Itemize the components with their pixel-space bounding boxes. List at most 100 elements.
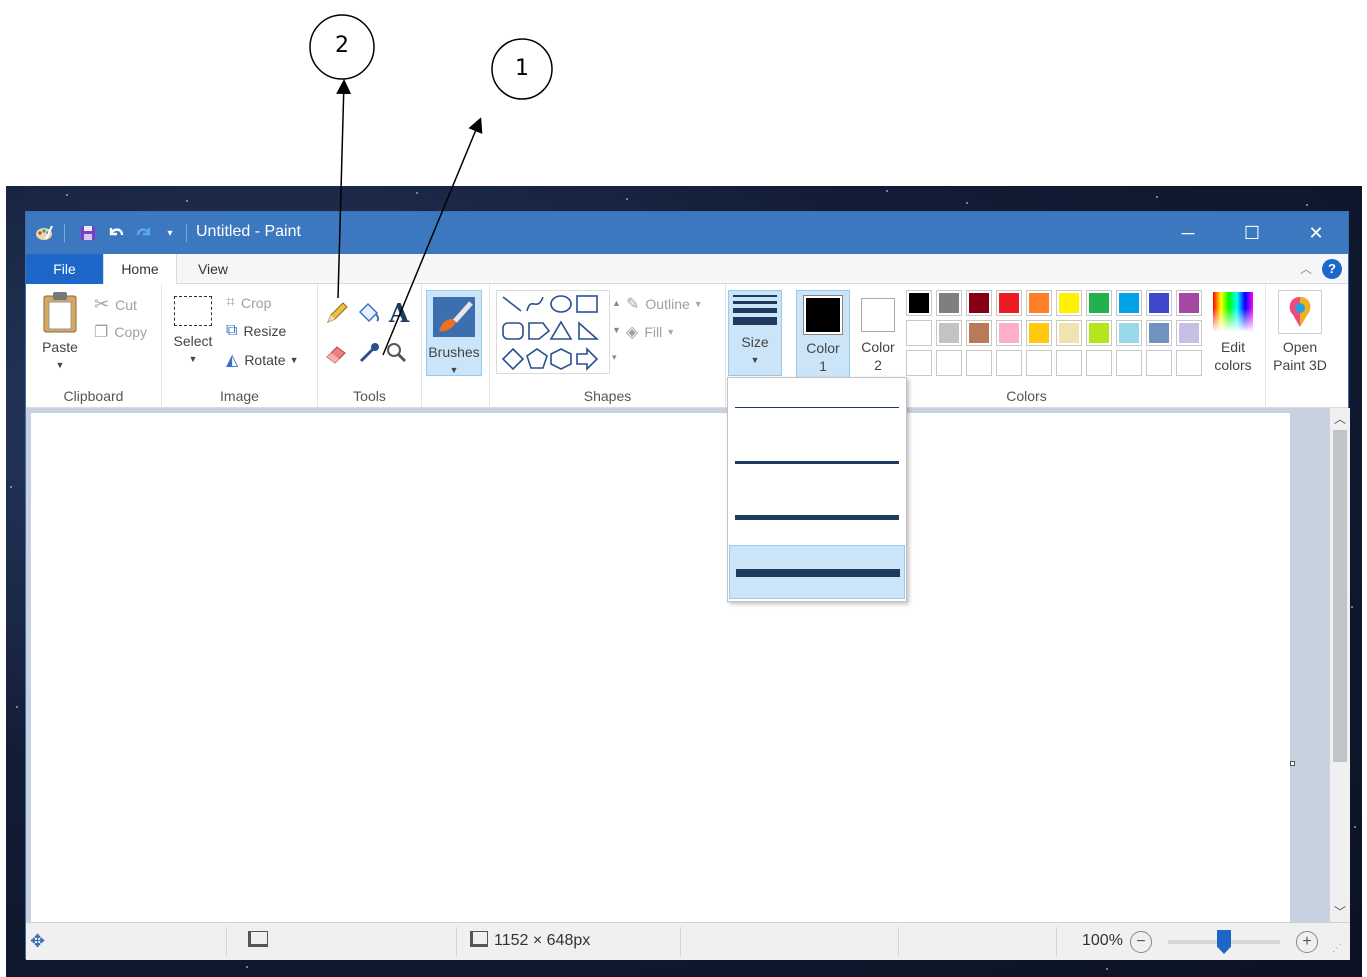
text-tool[interactable]: A [386,298,412,329]
palette-swatch[interactable] [1176,320,1202,346]
color2-button[interactable]: Color 2 [852,290,904,380]
outline-button[interactable]: ✎ Outline ▼ [626,294,703,314]
palette-swatch[interactable] [1026,290,1052,316]
outline-dropdown-icon[interactable]: ▼ [694,299,703,309]
canvas-resize-handle[interactable] [1290,761,1295,766]
custom-color-slot[interactable] [1176,350,1202,376]
shapes-gallery[interactable] [496,290,610,374]
palette-swatch[interactable] [1146,290,1172,316]
redo-icon[interactable] [134,223,154,243]
palette-swatch[interactable] [936,320,962,346]
window-resize-grip-icon[interactable]: ⋰ [1332,943,1342,954]
size-button[interactable]: Size ▼ [728,290,782,376]
palette-swatch[interactable] [966,320,992,346]
palette-swatch[interactable] [1086,320,1112,346]
palette-swatch[interactable] [906,290,932,316]
brushes-button[interactable]: Brushes ▼ [426,290,482,376]
color-picker-tool[interactable] [356,340,382,366]
scrollbar-thumb[interactable] [1333,430,1347,762]
fill-dropdown-icon[interactable]: ▼ [666,327,675,337]
custom-color-slot[interactable] [1146,350,1172,376]
select-button[interactable]: Select ▼ [168,296,218,368]
save-icon[interactable] [78,223,98,243]
custom-color-slot[interactable] [1056,350,1082,376]
tab-file[interactable]: File [26,254,103,284]
tab-home[interactable]: Home [103,254,177,285]
scroll-down-icon[interactable]: ﹀ [1330,903,1350,920]
color1-button[interactable]: Color 1 [796,290,850,380]
palette-swatch[interactable] [1026,320,1052,346]
custom-color-slot[interactable] [906,350,932,376]
palette-swatch[interactable] [966,290,992,316]
color1-number: 1 [819,358,827,374]
zoom-slider-thumb[interactable] [1217,930,1231,954]
palette-swatch[interactable] [1056,290,1082,316]
custom-color-slot[interactable] [1116,350,1142,376]
custom-color-slot[interactable] [1026,350,1052,376]
svg-text:A: A [388,299,410,326]
size-option-3[interactable] [729,490,905,544]
drawing-canvas[interactable] [31,413,1290,922]
paint3d-label-line1: Open [1282,339,1318,355]
rotate-icon: ◭ [226,352,239,369]
paste-button[interactable]: Paste ▼ [34,290,86,374]
minimize-button[interactable]: ─ [1156,212,1220,254]
crop-button[interactable]: ⌗ Crop [226,294,271,312]
zoom-level: 100% [1082,932,1123,949]
rotate-dropdown-icon[interactable]: ▼ [290,355,299,365]
fill-bucket-icon [358,302,380,323]
help-icon[interactable]: ? [1322,259,1342,279]
size-dropdown-icon[interactable]: ▼ [729,351,781,369]
ribbon-home: Paste ▼ ✂ Cut ❐ Copy Clipboard Select ▼ … [26,284,1348,408]
tab-view[interactable]: View [177,254,249,284]
open-paint3d-button[interactable]: Open Paint 3D [1268,290,1332,374]
palette-swatch[interactable] [1116,320,1142,346]
shapes-scroll-controls[interactable]: ▲ ▼ ▾ [612,290,621,371]
custom-color-slot[interactable] [996,350,1022,376]
custom-color-slot[interactable] [966,350,992,376]
brushes-dropdown-icon[interactable]: ▼ [427,361,481,379]
palette-swatch[interactable] [936,290,962,316]
rotate-button[interactable]: ◭ Rotate ▼ [226,350,298,370]
eraser-tool[interactable] [324,340,350,366]
zoom-slider[interactable] [1168,930,1280,954]
maximize-button[interactable]: ☐ [1220,212,1284,254]
palette-swatch[interactable] [996,320,1022,346]
close-button[interactable]: ✕ [1284,212,1348,254]
custom-color-slot[interactable] [936,350,962,376]
palette-swatch[interactable] [1146,320,1172,346]
palette-swatch[interactable] [1176,290,1202,316]
window-title: Untitled - Paint [196,223,301,240]
crop-icon: ⌗ [226,294,236,311]
custom-color-slot[interactable] [1086,350,1112,376]
paste-dropdown-icon[interactable]: ▼ [34,356,86,374]
paste-icon [34,290,86,338]
zoom-out-button[interactable]: − [1130,931,1152,953]
title-bar[interactable]: ▾ Untitled - Paint ─ ☐ ✕ [26,212,1348,254]
vertical-scrollbar[interactable]: ︿ ﹀ [1330,408,1350,922]
color2-swatch [861,298,895,332]
palette-swatch[interactable] [1056,320,1082,346]
edit-colors-button[interactable]: Edit colors [1208,290,1258,374]
fill-tool[interactable] [356,300,382,326]
customize-quick-access-icon[interactable]: ▾ [160,223,180,243]
collapse-ribbon-icon[interactable]: ︿ [1300,260,1312,277]
size-option-2[interactable] [729,435,905,489]
size-option-1[interactable] [729,380,905,434]
pencil-tool[interactable] [324,300,350,326]
palette-swatch[interactable] [996,290,1022,316]
palette-swatch[interactable] [1086,290,1112,316]
size-option-4[interactable] [729,545,905,599]
resize-button[interactable]: ⧉ Resize [226,322,286,340]
palette-swatch[interactable] [906,320,932,346]
fill-button[interactable]: ◈ Fill ▼ [626,322,675,342]
copy-button[interactable]: ❐ Copy [94,322,147,342]
cut-button[interactable]: ✂ Cut [94,294,137,315]
scroll-up-icon[interactable]: ︿ [1330,410,1350,427]
undo-icon[interactable] [106,223,126,243]
paint-app-icon[interactable] [34,223,54,243]
magnifier-tool[interactable] [384,340,410,366]
select-dropdown-icon[interactable]: ▼ [168,350,218,368]
palette-swatch[interactable] [1116,290,1142,316]
zoom-in-button[interactable]: + [1296,931,1318,953]
